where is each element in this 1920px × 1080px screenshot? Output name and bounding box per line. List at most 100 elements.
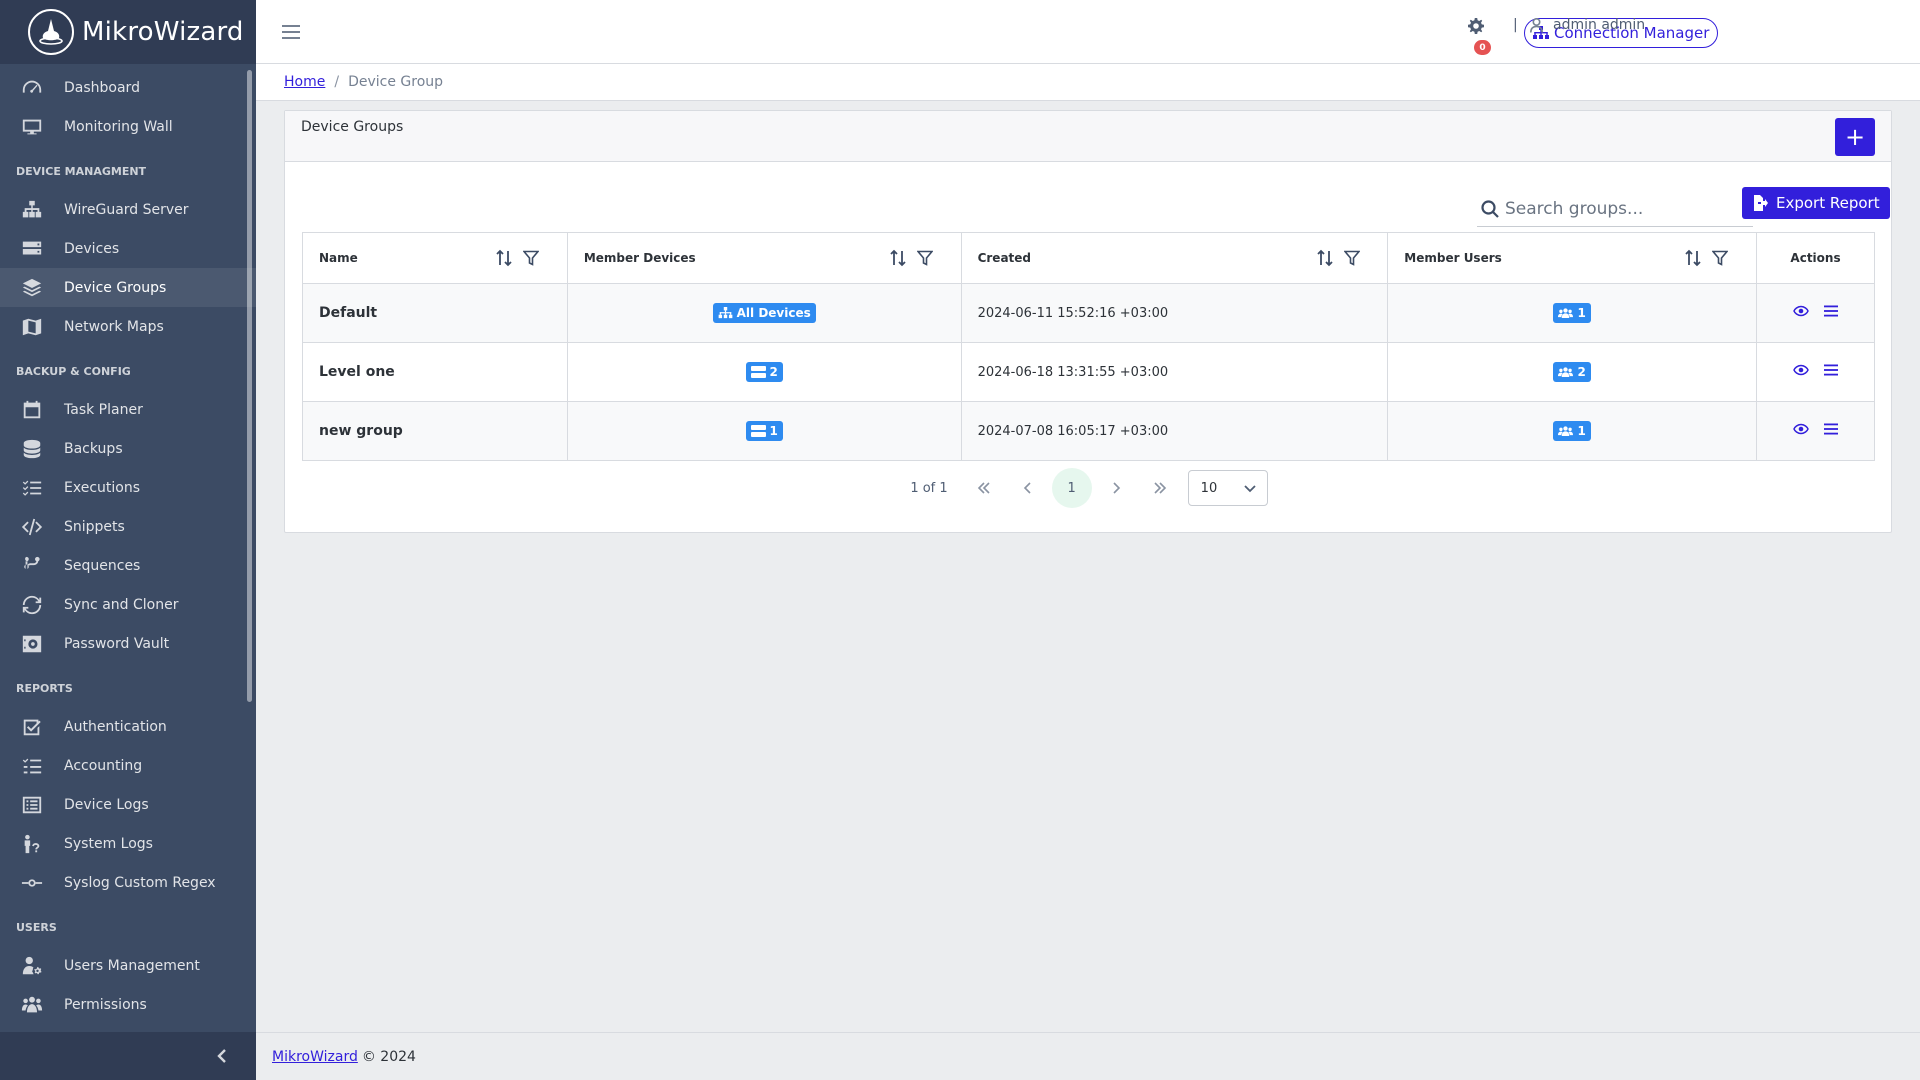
sort-icon[interactable]	[1316, 249, 1334, 270]
row-menu-icon[interactable]	[1823, 303, 1839, 319]
sidebar-item-label: Device Groups	[64, 279, 167, 296]
row-menu-icon[interactable]	[1823, 421, 1839, 437]
search-box	[1477, 191, 1753, 227]
double-chevron-left-icon	[977, 482, 990, 494]
wizard-logo-icon	[28, 9, 74, 55]
double-chevron-right-icon	[1154, 482, 1166, 494]
sidebar-item-password-vault[interactable]: Password Vault	[0, 624, 256, 663]
filter-icon[interactable]	[916, 250, 934, 269]
row-menu-icon[interactable]	[1823, 362, 1839, 378]
view-eye-icon[interactable]	[1792, 362, 1809, 378]
code-icon	[20, 515, 44, 539]
sidebar-item-customer-tickets[interactable]: Customer Tickets	[0, 1024, 256, 1032]
sidebar-item-accounting[interactable]: Accounting	[0, 746, 256, 785]
sidebar-item-backups[interactable]: Backups	[0, 429, 256, 468]
badge-label: 1	[1577, 306, 1586, 320]
chevron-down-icon	[1244, 485, 1256, 493]
view-eye-icon[interactable]	[1792, 303, 1809, 319]
map-icon	[20, 315, 44, 339]
sidebar-item-label: Monitoring Wall	[64, 118, 173, 135]
filter-icon[interactable]	[522, 250, 540, 269]
header: Connection Manager	[256, 0, 1920, 64]
fork-icon	[20, 554, 44, 578]
cell-member-devices: All Devices	[566, 283, 962, 343]
page-size-value: 10	[1200, 480, 1218, 496]
prev-page-button[interactable]	[1008, 468, 1048, 508]
sidebar-item-label: Users Management	[64, 957, 200, 974]
filter-icon[interactable]	[1711, 250, 1730, 269]
sidebar-item-devices[interactable]: Devices	[0, 229, 256, 268]
sidebar-item-label: Dashboard	[64, 79, 140, 96]
first-page-button[interactable]	[964, 468, 1004, 508]
column-label: Name	[319, 251, 358, 265]
member-users-badge[interactable]: 1	[1553, 421, 1591, 441]
menu-toggle-button[interactable]	[282, 24, 300, 39]
sidebar-item-label: Sync and Cloner	[64, 596, 179, 613]
badge-label: 1	[769, 424, 778, 438]
cell-name: Level one	[302, 342, 568, 402]
check-square-icon	[20, 715, 44, 739]
card-header: Device Groups +	[285, 111, 1891, 162]
page-size-select[interactable]: 10	[1187, 470, 1268, 506]
sidebar-item-label: Snippets	[64, 518, 125, 535]
cell-name: Default	[302, 283, 568, 343]
sidebar-item-monitoring-wall[interactable]: Monitoring Wall	[0, 107, 256, 146]
sidebar-scrollbar[interactable]	[247, 70, 252, 702]
chevron-left-icon	[217, 1049, 226, 1063]
sidebar-item-task-planer[interactable]: Task Planer	[0, 390, 256, 429]
export-report-button[interactable]: Export Report	[1742, 187, 1890, 219]
page-button-current[interactable]: 1	[1051, 468, 1092, 508]
sidebar-item-dashboard[interactable]: Dashboard	[0, 68, 256, 107]
member-users-badge[interactable]: 2	[1553, 362, 1591, 382]
table-row[interactable]: Default All Devices 2024-06-11 15:52:16 +0…	[302, 283, 1875, 343]
member-devices-badge[interactable]: 2	[745, 362, 783, 382]
vault-icon	[20, 632, 44, 656]
member-devices-badge[interactable]: 1	[745, 421, 783, 441]
settings-gear-icon[interactable]	[1468, 18, 1484, 34]
sidebar-item-label: WireGuard Server	[64, 201, 189, 218]
cell-created: 2024-07-08 16:05:17 +03:00	[960, 401, 1389, 461]
user-icon	[1530, 17, 1543, 33]
view-eye-icon[interactable]	[1792, 421, 1809, 437]
table-header-row: Name Member Devices Created Member Users…	[302, 232, 1875, 284]
sort-icon[interactable]	[889, 249, 907, 270]
sidebar-item-system-logs[interactable]: System Logs	[0, 824, 256, 863]
sidebar: MikroWizard Dashboard Monitoring Wall DEVI…	[0, 0, 256, 1080]
sort-icon[interactable]	[1684, 249, 1702, 270]
sidebar-item-wireguard-server[interactable]: WireGuard Server	[0, 190, 256, 229]
member-devices-badge[interactable]: All Devices	[712, 303, 816, 323]
sidebar-item-device-groups[interactable]: Device Groups	[0, 268, 256, 307]
last-page-button[interactable]	[1140, 468, 1180, 508]
sort-icon[interactable]	[495, 249, 513, 270]
footer: MikroWizard © 2024	[256, 1032, 1920, 1080]
breadcrumb-home-link[interactable]: Home	[284, 74, 325, 90]
member-users-badge[interactable]: 1	[1553, 303, 1591, 323]
sidebar-item-snippets[interactable]: Snippets	[0, 507, 256, 546]
sidebar-item-syslog-custom-regex[interactable]: Syslog Custom Regex	[0, 863, 256, 902]
add-group-button[interactable]: +	[1835, 118, 1875, 156]
header-separator: |	[1513, 17, 1518, 33]
table-row[interactable]: Level one 2 2024-06-18 13:31:55 +03:00 2	[302, 342, 1875, 402]
users-icon	[1558, 426, 1574, 436]
sidebar-item-permissions[interactable]: Permissions	[0, 985, 256, 1024]
search-input[interactable]	[1505, 198, 1745, 219]
sidebar-collapse-button[interactable]	[0, 1032, 256, 1080]
chevron-right-icon	[1113, 482, 1120, 494]
device-groups-card: Device Groups + Export Report Name	[284, 110, 1892, 533]
next-page-button[interactable]	[1096, 468, 1136, 508]
brand-name: MikroWizard	[82, 17, 244, 47]
sidebar-item-sync-and-cloner[interactable]: Sync and Cloner	[0, 585, 256, 624]
column-label: Created	[977, 251, 1032, 265]
footer-link[interactable]: MikroWizard	[272, 1049, 358, 1065]
sidebar-item-device-logs[interactable]: Device Logs	[0, 785, 256, 824]
sidebar-item-sequences[interactable]: Sequences	[0, 546, 256, 585]
filter-icon[interactable]	[1342, 250, 1361, 269]
brand[interactable]: MikroWizard	[0, 0, 256, 64]
sidebar-item-network-maps[interactable]: Network Maps	[0, 307, 256, 346]
sidebar-item-authentication[interactable]: Authentication	[0, 707, 256, 746]
sidebar-item-executions[interactable]: Executions	[0, 468, 256, 507]
chevron-left-icon	[1023, 482, 1031, 494]
user-menu[interactable]: admin admin	[1530, 17, 1645, 33]
table-row[interactable]: new group 1 2024-07-08 16:05:17 +03:00 1	[302, 401, 1875, 461]
sidebar-item-users-management[interactable]: Users Management	[0, 946, 256, 985]
